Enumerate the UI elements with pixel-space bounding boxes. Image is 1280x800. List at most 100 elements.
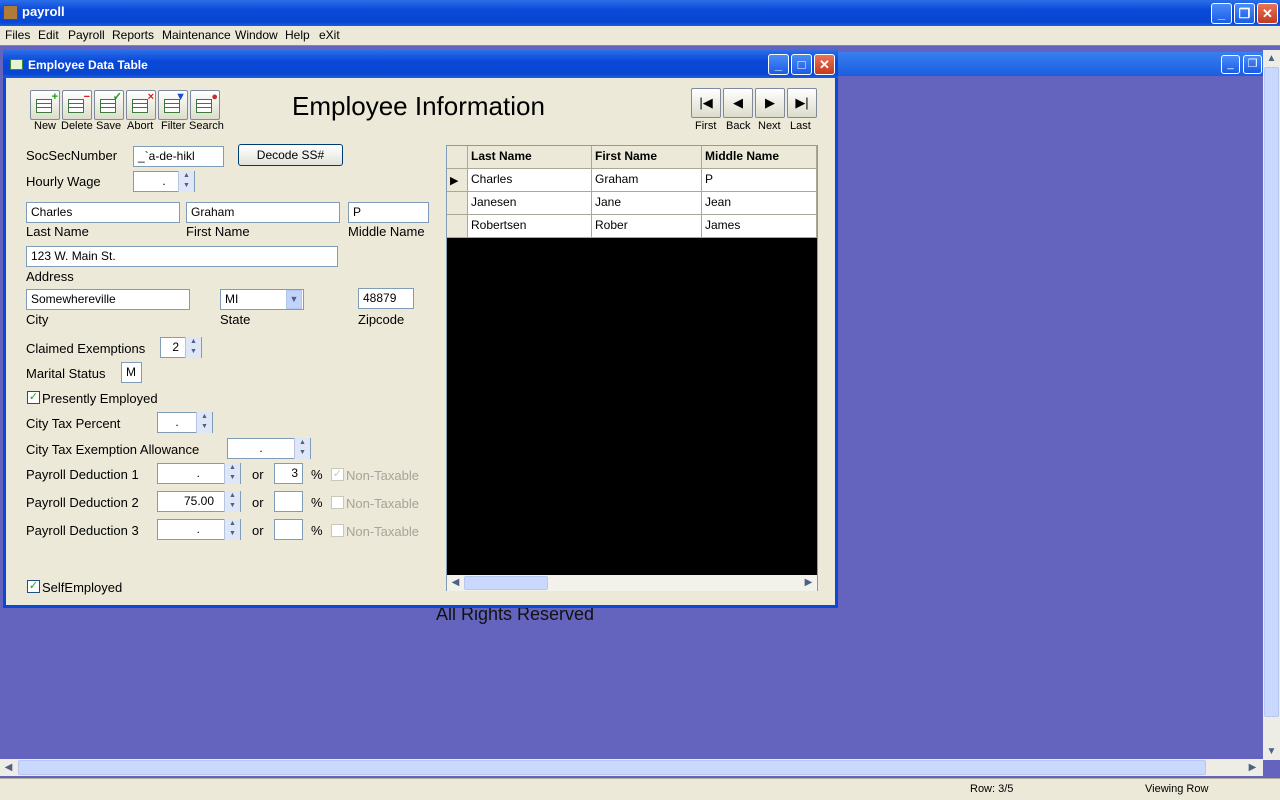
menu-payroll[interactable]: Payroll: [68, 28, 105, 42]
column-header-first-name[interactable]: First Name: [592, 146, 702, 169]
city-tax-spinner[interactable]: ▲ ▼: [196, 412, 212, 433]
last-name-input[interactable]: Charles: [26, 202, 180, 223]
grid-cell[interactable]: Janesen: [468, 192, 592, 215]
last-label: Last: [790, 120, 811, 132]
background-window-minimize-button[interactable]: _: [1221, 55, 1240, 74]
decode-ssn-button[interactable]: Decode SS#: [238, 144, 343, 166]
new-label: New: [34, 120, 57, 132]
window-close-button[interactable]: ✕: [814, 54, 835, 75]
deduction-2-nontaxable-checkbox[interactable]: [331, 496, 344, 509]
first-label: First: [695, 120, 717, 132]
grid-cell[interactable]: Rober: [592, 215, 702, 238]
table-row[interactable]: Robertsen Rober James: [447, 215, 817, 238]
deduction-1-nontaxable-checkbox[interactable]: ✓: [331, 468, 344, 481]
mdi-vertical-scrollbar[interactable]: ▲ ▼: [1263, 50, 1280, 760]
presently-employed-checkbox[interactable]: ✓: [27, 391, 40, 404]
deduction-2-nontaxable-label: Non-Taxable: [346, 496, 419, 511]
grid-scroll-right-icon[interactable]: ▶: [800, 575, 817, 591]
delete-record-icon: [68, 99, 84, 113]
deduction-1-percent-input[interactable]: 3: [274, 463, 303, 484]
back-icon: ◀: [733, 95, 743, 110]
scroll-left-arrow-icon[interactable]: ◀: [0, 759, 17, 776]
menu-maintenance[interactable]: Maintenance: [162, 28, 231, 42]
state-label: State: [220, 312, 251, 327]
grid-cell[interactable]: Robertsen: [468, 215, 592, 238]
window-minimize-button[interactable]: _: [768, 54, 789, 75]
scroll-up-arrow-icon[interactable]: ▲: [1263, 50, 1280, 67]
app-titlebar: payroll _ ❐ ✕: [0, 0, 1280, 26]
app-minimize-button[interactable]: _: [1211, 3, 1232, 24]
employee-grid[interactable]: Last Name First Name Middle Name ▶ Charl…: [446, 145, 818, 591]
deduction-2-spinner[interactable]: ▲ ▼: [224, 491, 240, 512]
menu-reports[interactable]: Reports: [112, 28, 154, 42]
grid-scroll-thumb[interactable]: [464, 576, 548, 590]
new-button[interactable]: +: [30, 90, 60, 120]
grid-cell[interactable]: P: [702, 169, 817, 192]
marital-status-input[interactable]: M: [121, 362, 142, 383]
window-maximize-button[interactable]: □: [791, 54, 812, 75]
grid-cell[interactable]: Jane: [592, 192, 702, 215]
horizontal-scroll-thumb[interactable]: [18, 760, 1206, 775]
search-button[interactable]: ●: [190, 90, 220, 120]
deduction-3-nontaxable-checkbox[interactable]: [331, 524, 344, 537]
menu-window[interactable]: Window: [235, 28, 278, 42]
deduction-3-percent-input[interactable]: [274, 519, 303, 540]
status-row: Row: 3/5: [970, 783, 1014, 795]
grid-horizontal-scrollbar[interactable]: ◀ ▶: [447, 575, 817, 591]
row-selector[interactable]: [447, 215, 468, 238]
app-restore-button[interactable]: ❐: [1234, 3, 1255, 24]
city-input[interactable]: Somewhereville: [26, 289, 190, 310]
save-label: Save: [96, 120, 122, 132]
delete-button[interactable]: −: [62, 90, 92, 120]
self-employed-checkbox[interactable]: ✓: [27, 580, 40, 593]
current-row-indicator-icon: ▶: [447, 169, 468, 192]
menu-exit[interactable]: eXit: [319, 28, 340, 42]
column-header-middle-name[interactable]: Middle Name: [702, 146, 817, 169]
menu-help[interactable]: Help: [285, 28, 310, 42]
next-record-button[interactable]: ▶: [755, 88, 785, 118]
search-icon: [196, 99, 212, 113]
hourly-wage-spinner[interactable]: ▲ ▼: [178, 171, 194, 192]
zipcode-label: Zipcode: [358, 312, 405, 327]
table-row[interactable]: ▶ Charles Graham P: [447, 169, 817, 192]
menu-edit[interactable]: Edit: [38, 28, 59, 42]
back-record-button[interactable]: ◀: [723, 88, 753, 118]
deduction-3-nontaxable-label: Non-Taxable: [346, 524, 419, 539]
abort-button[interactable]: ×: [126, 90, 156, 120]
column-header-last-name[interactable]: Last Name: [468, 146, 592, 169]
zipcode-input[interactable]: 48879: [358, 288, 414, 309]
scroll-right-arrow-icon[interactable]: ▶: [1244, 759, 1261, 776]
grid-cell[interactable]: Charles: [468, 169, 592, 192]
ssn-label: SocSecNumber: [26, 148, 118, 163]
middle-name-label: Middle Name: [348, 224, 425, 239]
exemptions-label: Claimed Exemptions: [26, 341, 146, 356]
menu-files[interactable]: Files: [5, 28, 30, 42]
filter-button[interactable]: ▼: [158, 90, 188, 120]
chevron-down-icon[interactable]: ▼: [286, 290, 302, 309]
city-tax-allowance-spinner[interactable]: ▲ ▼: [294, 438, 310, 459]
last-name-label: Last Name: [26, 224, 89, 239]
save-button[interactable]: ✓: [94, 90, 124, 120]
deduction-1-spinner[interactable]: ▲ ▼: [224, 463, 240, 484]
table-row[interactable]: Janesen Jane Jean: [447, 192, 817, 215]
address-input[interactable]: 123 W. Main St.: [26, 246, 338, 267]
exemptions-spinner[interactable]: ▲ ▼: [185, 337, 201, 358]
last-record-button[interactable]: ▶|: [787, 88, 817, 118]
first-record-button[interactable]: |◀: [691, 88, 721, 118]
deduction-2-percent-input[interactable]: [274, 491, 303, 512]
mdi-horizontal-scrollbar[interactable]: ◀ ▶: [0, 759, 1263, 776]
grid-cell[interactable]: Jean: [702, 192, 817, 215]
deduction-3-spinner[interactable]: ▲ ▼: [224, 519, 240, 540]
first-name-label: First Name: [186, 224, 250, 239]
grid-scroll-left-icon[interactable]: ◀: [447, 575, 464, 591]
first-name-input[interactable]: Graham: [186, 202, 340, 223]
ssn-input[interactable]: _`a-de-hikl: [133, 146, 224, 167]
grid-cell[interactable]: James: [702, 215, 817, 238]
middle-name-input[interactable]: P: [348, 202, 429, 223]
scroll-down-arrow-icon[interactable]: ▼: [1263, 743, 1280, 760]
app-close-button[interactable]: ✕: [1257, 3, 1278, 24]
background-window-restore-button[interactable]: ❐: [1243, 55, 1262, 74]
vertical-scroll-thumb[interactable]: [1264, 67, 1279, 717]
row-selector[interactable]: [447, 192, 468, 215]
grid-cell[interactable]: Graham: [592, 169, 702, 192]
